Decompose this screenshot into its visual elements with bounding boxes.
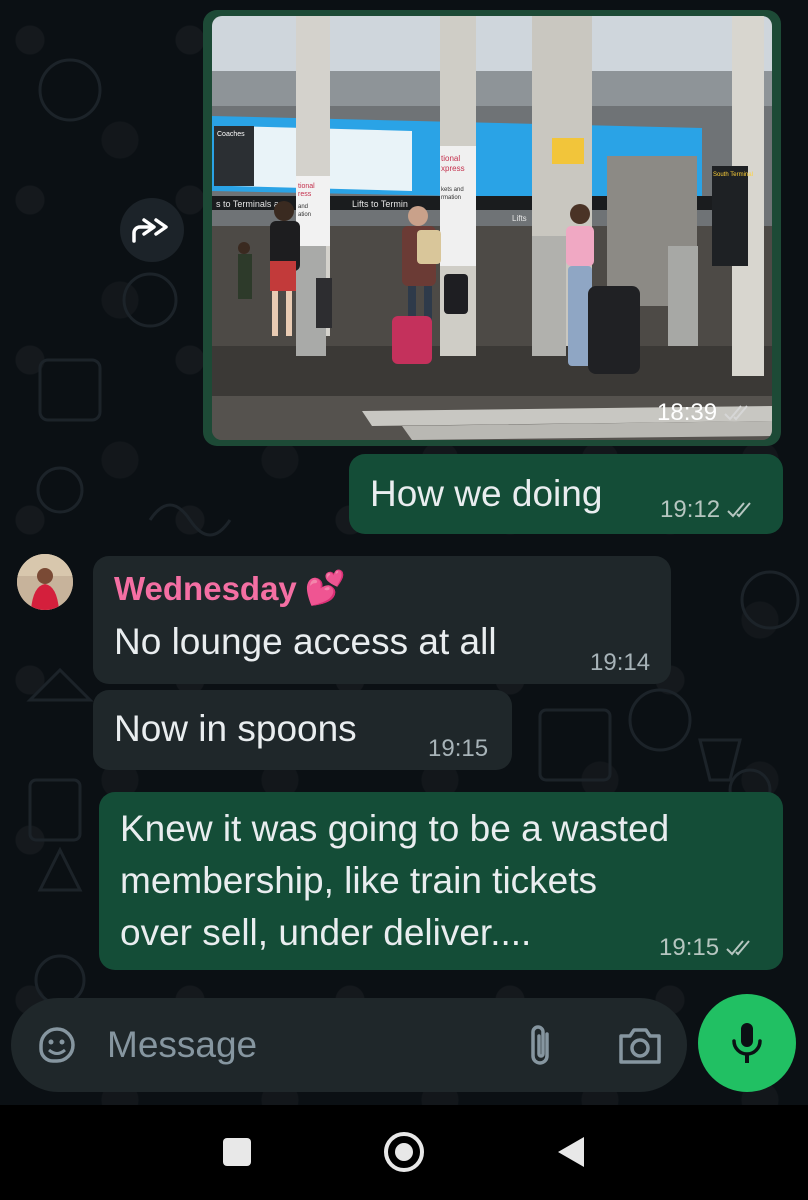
double-check-icon xyxy=(726,940,750,956)
message-time: 19:15 xyxy=(659,934,720,961)
sticker-icon[interactable] xyxy=(35,1023,79,1067)
message-time: 19:15 xyxy=(428,735,489,762)
photo-sign-express: xpress xyxy=(441,164,465,173)
outgoing-message-bubble[interactable]: How we doing 19:12 xyxy=(349,454,783,534)
camera-icon[interactable] xyxy=(617,1026,663,1066)
double-check-icon xyxy=(727,502,751,518)
photo-sign-terminals: s to Terminals an xyxy=(216,199,284,209)
photo-sign-express-b: ress xyxy=(298,191,312,198)
sender-name[interactable]: Wednesday 💕 xyxy=(114,569,346,608)
message-text: No lounge access at all xyxy=(114,621,497,662)
photo-sign-info: kets and xyxy=(441,187,464,193)
photo-sign-lifts-2: Lifts xyxy=(512,214,527,223)
message-meta: 19:15 xyxy=(428,735,488,763)
incoming-message-bubble[interactable]: Wednesday 💕 No lounge access at all 19:1… xyxy=(93,556,671,684)
microphone-icon xyxy=(732,1023,762,1063)
recents-button[interactable] xyxy=(223,1138,251,1166)
message-meta: 19:12 xyxy=(660,496,756,524)
photo-sign-national-b: tional xyxy=(298,183,315,190)
photo-sign-info-2: rmation xyxy=(441,195,461,201)
home-button[interactable] xyxy=(384,1132,424,1172)
photo-sign-lifts: Lifts to Termin xyxy=(352,199,408,209)
double-check-icon xyxy=(724,405,748,421)
image-message-bubble[interactable]: s to Terminals an Lifts to Termin Lifts … xyxy=(203,10,781,446)
photo-sign-south: South Terminal xyxy=(713,172,753,178)
back-button[interactable] xyxy=(556,1135,586,1169)
heart-emoji: 💕 xyxy=(304,569,346,606)
message-time: 19:12 xyxy=(660,496,721,523)
message-composer[interactable]: Message xyxy=(11,998,687,1092)
sender-name-text: Wednesday xyxy=(114,569,297,607)
message-time: 18:39 xyxy=(657,399,718,426)
chat-area[interactable]: s to Terminals an Lifts to Termin Lifts … xyxy=(0,0,808,1105)
paperclip-icon[interactable] xyxy=(523,1022,559,1070)
message-text: Now in spoons xyxy=(114,708,357,749)
airport-photo-illustration: s to Terminals an Lifts to Termin Lifts … xyxy=(212,16,772,440)
sender-avatar[interactable] xyxy=(17,554,73,610)
voice-message-button[interactable] xyxy=(698,994,796,1092)
photo-sign-and: and xyxy=(298,204,308,210)
forward-button[interactable] xyxy=(120,198,184,262)
message-meta: 19:14 xyxy=(590,649,650,677)
shared-photo[interactable]: s to Terminals an Lifts to Termin Lifts … xyxy=(212,16,772,440)
message-text-line-2: membership, like train tickets xyxy=(120,860,598,901)
avatar-image xyxy=(17,554,73,610)
photo-sign-ation: ation xyxy=(298,212,311,218)
message-time: 19:14 xyxy=(590,649,651,676)
message-input[interactable]: Message xyxy=(107,1024,257,1066)
message-meta: 19:15 xyxy=(659,934,755,962)
message-text-line-1: Knew it was going to be a wasted xyxy=(120,808,670,849)
message-text-line-3: over sell, under deliver.... xyxy=(120,912,532,953)
system-navigation-bar xyxy=(0,1105,808,1200)
image-message-meta: 18:39 xyxy=(657,399,753,427)
incoming-message-bubble[interactable]: Now in spoons 19:15 xyxy=(93,690,512,770)
photo-sign-coaches: Coaches xyxy=(217,131,245,138)
forward-icon xyxy=(132,218,168,243)
photo-sign-national: tional xyxy=(441,154,460,163)
outgoing-message-bubble[interactable]: Knew it was going to be a wasted members… xyxy=(99,792,783,970)
message-text: How we doing xyxy=(370,473,603,514)
